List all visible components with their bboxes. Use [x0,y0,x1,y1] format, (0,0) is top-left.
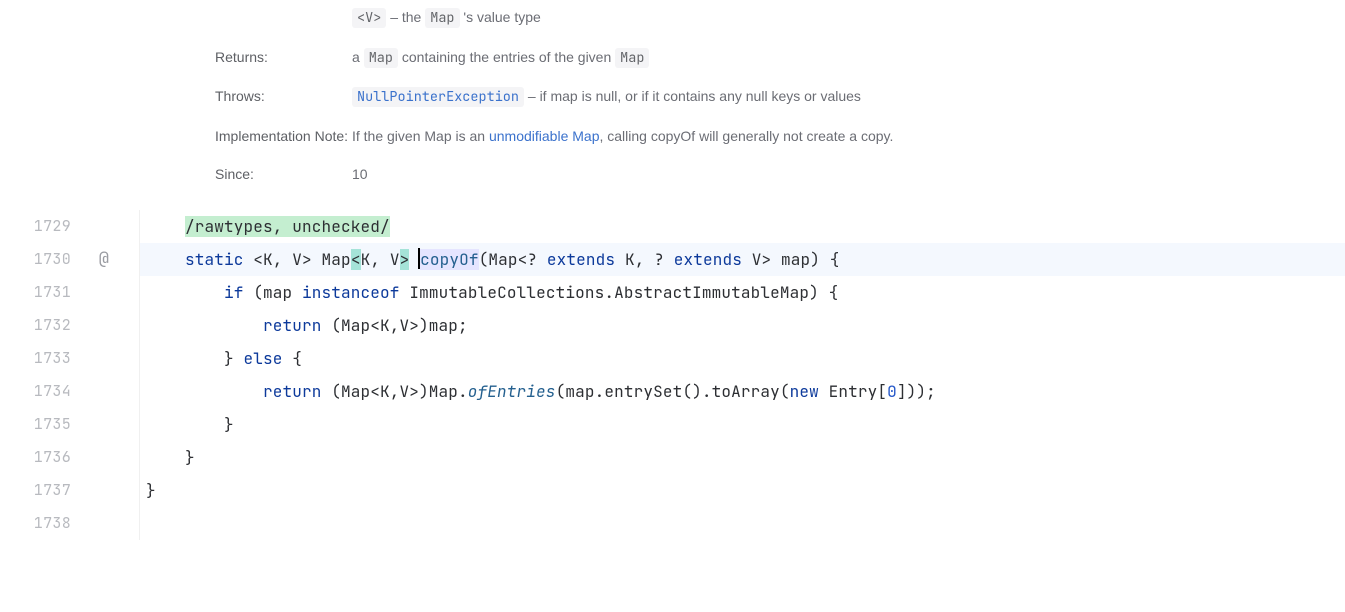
doc-since-label: Since: [215,163,352,185]
gutter-row[interactable]: 1733 [0,342,139,375]
code-content[interactable]: /rawtypes, unchecked/ static <K, V> Map<… [140,210,1345,540]
doc-throws-label: Throws: [215,85,352,109]
line-gutter[interactable]: 1729 1730@ 1731 1732 1733 1734 1735 1736… [0,210,140,540]
code-line[interactable] [140,507,1345,540]
line-number: 1731 [34,282,139,302]
line-number: 1733 [34,348,139,368]
doc-since-row: Since: 10 [0,157,1345,195]
code-line[interactable]: if (map instanceof ImmutableCollections.… [140,276,1345,309]
doc-impl-row: Implementation Note: If the given Map is… [0,119,1345,157]
line-number: 1729 [34,216,139,236]
gutter-row[interactable]: 1729 [0,210,139,243]
doc-returns-label: Returns: [215,46,352,70]
gutter-row[interactable]: 1735 [0,408,139,441]
line-number: 1736 [34,447,139,467]
code-line[interactable]: } else { [140,342,1345,375]
line-number: 1734 [34,381,139,401]
doc-exception-link[interactable]: NullPointerException [352,87,524,107]
gutter-row[interactable]: 1738 [0,507,139,540]
gutter-row[interactable]: 1732 [0,309,139,342]
doc-code-badge: Map [615,48,649,68]
doc-code-badge: <V> [352,8,386,28]
line-number: 1730 [34,249,139,269]
gutter-row[interactable]: 1731 [0,276,139,309]
doc-impl-label: Implementation Note: [215,125,352,147]
gutter-row[interactable]: 1734 [0,375,139,408]
doc-code-badge: Map [425,8,459,28]
doc-returns-row: Returns: a Map containing the entries of… [0,40,1345,80]
gutter-row[interactable]: 1736 [0,441,139,474]
code-editor[interactable]: 1729 1730@ 1731 1732 1733 1734 1735 1736… [0,210,1345,540]
code-line[interactable]: return (Map<K,V>)Map.ofEntries(map.entry… [140,375,1345,408]
line-number: 1735 [34,414,139,434]
line-number: 1732 [34,315,139,335]
annotation-icon[interactable]: @ [99,248,109,270]
gutter-row[interactable]: 1730@ [0,243,139,276]
gutter-row[interactable]: 1737 [0,474,139,507]
doc-since-value: 10 [352,163,368,185]
javadoc-panel: <V> – the Map 's value type Returns: a M… [0,0,1345,210]
line-number: 1737 [34,480,139,500]
code-line[interactable]: return (Map<K,V>)map; [140,309,1345,342]
doc-throws-row: Throws: NullPointerException – if map is… [0,79,1345,119]
doc-typeparam-row: <V> – the Map 's value type [0,0,1345,40]
code-line[interactable]: } [140,408,1345,441]
doc-code-badge: Map [364,48,398,68]
line-number: 1738 [34,513,139,533]
code-line-active[interactable]: static <K, V> Map<K, V> copyOf(Map<? ext… [140,243,1345,276]
code-line[interactable]: /rawtypes, unchecked/ [140,210,1345,243]
doc-unmodifiable-link[interactable]: unmodifiable Map [489,128,600,144]
code-line[interactable]: } [140,441,1345,474]
code-line[interactable]: } [140,474,1345,507]
